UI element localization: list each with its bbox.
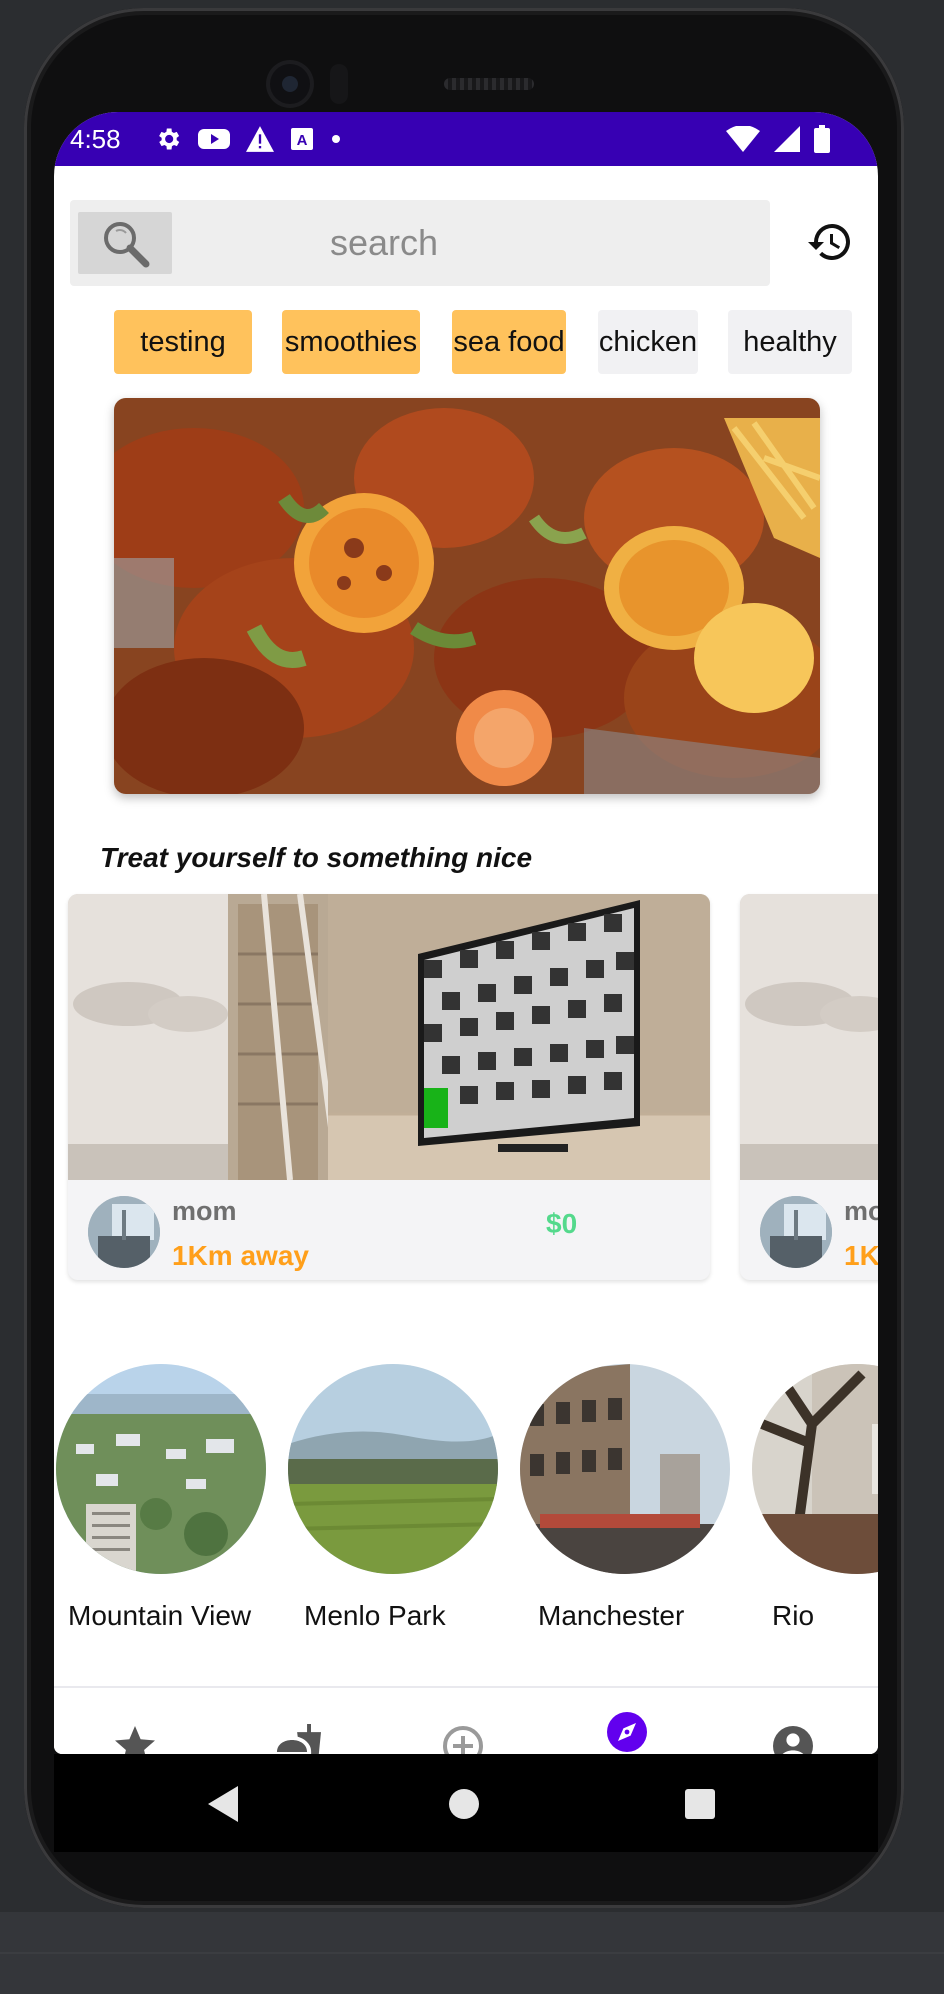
nav-add[interactable] xyxy=(413,1722,513,1754)
seller-name: mom xyxy=(172,1196,237,1226)
wifi-icon xyxy=(726,126,760,152)
battery-icon xyxy=(814,125,830,153)
status-bar: 4:58 A xyxy=(54,112,878,166)
home-icon[interactable] xyxy=(448,1788,480,1820)
listing-card[interactable]: mo 1K xyxy=(740,894,878,1280)
seller-avatar xyxy=(88,1196,160,1268)
chip-smoothies[interactable]: smoothies xyxy=(282,310,420,374)
distance-label: 1K xyxy=(844,1240,878,1271)
search-icon xyxy=(104,222,150,268)
youtube-icon xyxy=(198,129,230,149)
chip-testing[interactable]: testing xyxy=(114,310,252,374)
back-icon[interactable] xyxy=(208,1786,240,1822)
star-icon xyxy=(115,1726,155,1754)
city-label: Rio xyxy=(772,1600,815,1631)
city-image xyxy=(752,1364,878,1574)
earpiece-speaker xyxy=(444,78,534,90)
bottom-navigation: explore xyxy=(54,1688,878,1754)
featured-food-image[interactable] xyxy=(114,398,820,794)
city-image xyxy=(520,1364,730,1574)
chip-chicken[interactable]: chicken xyxy=(598,310,698,374)
settings-icon xyxy=(159,128,180,150)
city-label: Manchester xyxy=(538,1600,685,1631)
history-icon[interactable] xyxy=(806,218,854,266)
city-item[interactable]: Menlo Park xyxy=(288,1364,498,1631)
seller-name: mo xyxy=(844,1196,878,1226)
fastfood-icon xyxy=(276,1724,321,1754)
app-screen: 4:58 A search testing smoothies sea food… xyxy=(54,112,878,1754)
svg-text:A: A xyxy=(297,132,308,149)
add-circle-icon xyxy=(443,1726,483,1754)
nav-account[interactable] xyxy=(743,1722,843,1754)
city-image xyxy=(56,1364,266,1574)
city-label: Mountain View xyxy=(68,1600,252,1631)
explore-icon xyxy=(607,1712,647,1752)
status-time: 4:58 xyxy=(70,124,121,154)
desktop-bottom-strip xyxy=(0,1912,944,1994)
system-navigation-bar xyxy=(54,1754,878,1852)
nav-explore[interactable]: explore xyxy=(577,1708,677,1754)
search-input[interactable]: search xyxy=(330,222,438,264)
dot-icon xyxy=(332,135,340,143)
seller-avatar xyxy=(760,1196,832,1268)
cell-signal-icon xyxy=(774,126,800,152)
city-item[interactable]: Mountain View xyxy=(56,1364,266,1631)
front-camera xyxy=(270,64,310,104)
fried-chicken-platter-image xyxy=(114,398,820,794)
keyboard-a-icon: A xyxy=(291,128,313,150)
proximity-sensor xyxy=(330,64,348,104)
search-bar[interactable]: search xyxy=(70,200,770,286)
recents-icon[interactable] xyxy=(684,1788,716,1820)
chip-healthy[interactable]: healthy xyxy=(728,310,852,374)
section-title: Treat yourself to something nice xyxy=(100,842,533,873)
room-tv-image xyxy=(68,894,710,1180)
distance-label: 1Km away xyxy=(172,1240,309,1271)
city-item[interactable]: Manchester xyxy=(520,1364,730,1631)
room-tv-image xyxy=(740,894,878,1180)
account-icon xyxy=(773,1726,813,1754)
city-label: Menlo Park xyxy=(304,1600,446,1631)
nav-favorites[interactable] xyxy=(85,1722,185,1754)
nav-food[interactable] xyxy=(249,1722,349,1754)
chip-sea-food[interactable]: sea food xyxy=(452,310,566,374)
city-image xyxy=(288,1364,498,1574)
listing-card[interactable]: mom 1Km away $0 xyxy=(68,894,710,1280)
search-button[interactable] xyxy=(78,212,172,274)
warning-icon xyxy=(246,126,274,152)
price-label: $0 xyxy=(546,1208,578,1239)
city-item[interactable]: Rio xyxy=(752,1364,878,1631)
